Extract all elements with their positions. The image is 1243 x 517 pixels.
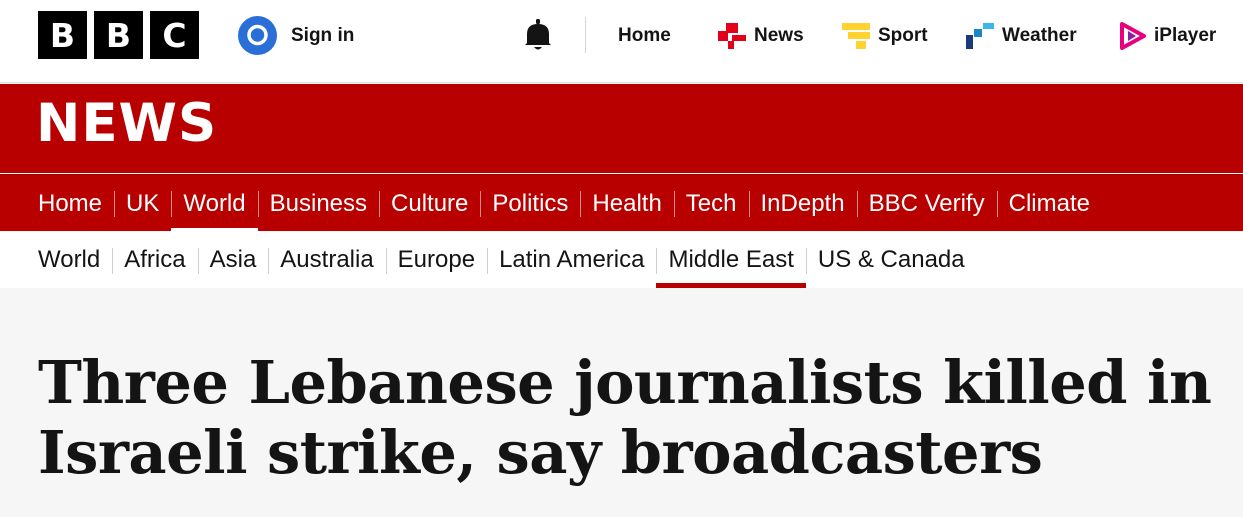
primary-nav-indepth[interactable]: InDepth: [748, 175, 857, 232]
global-nav-iplayer[interactable]: iPlayer: [1120, 22, 1216, 50]
secondary-nav-asia[interactable]: Asia: [197, 232, 269, 288]
article-headline: Three Lebanese journalists killed in Isr…: [38, 348, 1212, 487]
global-nav-news-label: News: [754, 25, 804, 46]
primary-nav-home[interactable]: Home: [26, 175, 114, 232]
article-content: Three Lebanese journalists killed in Isr…: [0, 288, 1243, 517]
global-nav: Home News Sport Weather iPlayer: [0, 22, 1243, 52]
primary-nav-culture[interactable]: Culture: [379, 175, 480, 232]
global-nav-sport[interactable]: Sport: [842, 22, 928, 50]
secondary-nav-latin-america[interactable]: Latin America: [487, 232, 656, 288]
primary-nav-business[interactable]: Business: [257, 175, 379, 232]
primary-nav-bbc-verify[interactable]: BBC Verify: [856, 175, 997, 232]
news-masthead: NEWS: [0, 84, 1243, 173]
global-nav-sport-label: Sport: [878, 25, 928, 46]
primary-nav: Home UK World Business Culture Politics …: [0, 174, 1243, 232]
secondary-nav-africa[interactable]: Africa: [112, 232, 197, 288]
secondary-nav-list: World Africa Asia Australia Europe Latin…: [26, 232, 977, 288]
primary-nav-tech[interactable]: Tech: [673, 175, 749, 232]
primary-nav-uk[interactable]: UK: [114, 175, 171, 232]
global-nav-iplayer-label: iPlayer: [1154, 25, 1217, 46]
primary-nav-health[interactable]: Health: [580, 175, 673, 232]
primary-nav-climate[interactable]: Climate: [996, 175, 1102, 232]
primary-nav-politics[interactable]: Politics: [480, 175, 580, 232]
news-icon: [718, 23, 746, 49]
secondary-nav-australia[interactable]: Australia: [268, 232, 385, 288]
global-header: B B C Sign in Home News Sport Weather iP…: [0, 0, 1243, 83]
secondary-nav-europe[interactable]: Europe: [385, 232, 487, 288]
secondary-nav: World Africa Asia Australia Europe Latin…: [0, 232, 1243, 288]
news-wordmark[interactable]: NEWS: [36, 97, 217, 150]
weather-icon: [966, 23, 994, 49]
global-nav-home-label: Home: [618, 25, 671, 46]
global-nav-weather-label: Weather: [1002, 25, 1077, 46]
iplayer-icon: [1120, 22, 1146, 50]
global-nav-weather[interactable]: Weather: [966, 22, 1077, 50]
primary-nav-world[interactable]: World: [171, 175, 258, 232]
secondary-nav-us-canada[interactable]: US & Canada: [805, 232, 977, 288]
global-nav-home[interactable]: Home: [618, 22, 671, 50]
secondary-nav-middle-east[interactable]: Middle East: [656, 232, 807, 288]
global-nav-news[interactable]: News: [718, 22, 804, 50]
sport-icon: [842, 23, 870, 49]
secondary-nav-world[interactable]: World: [26, 232, 112, 288]
primary-nav-list: Home UK World Business Culture Politics …: [26, 175, 1102, 232]
